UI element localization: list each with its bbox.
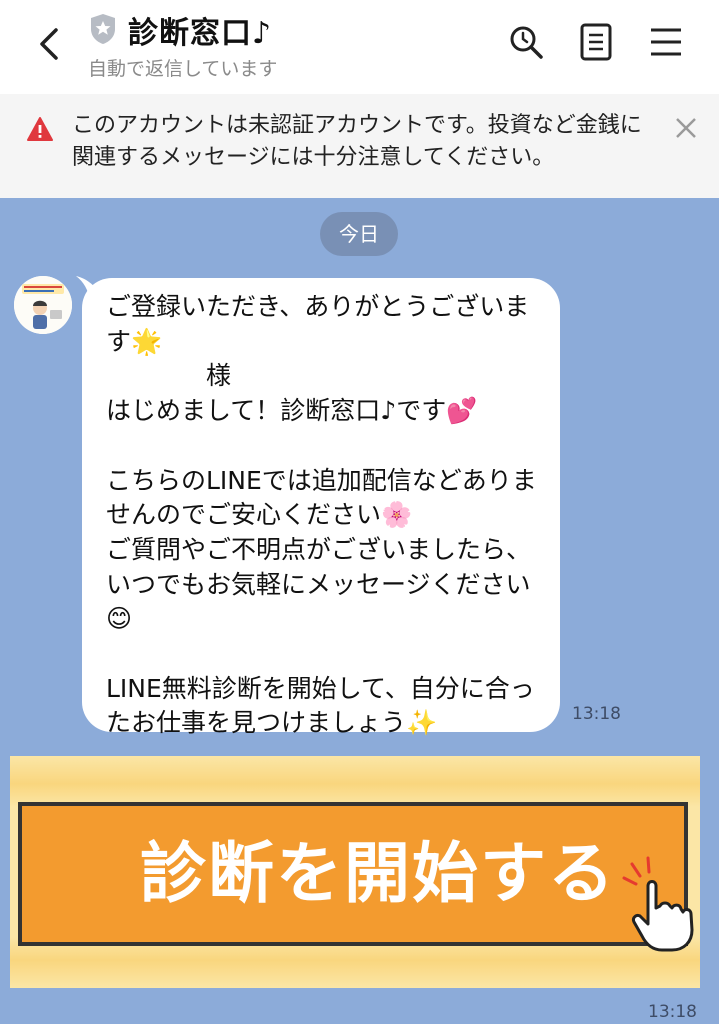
chat-title: 診断窓口♪ — [128, 16, 273, 51]
back-arrow-icon — [40, 28, 58, 60]
close-icon[interactable] — [672, 114, 700, 142]
chat-subtitle: 自動で返信しています — [88, 58, 278, 80]
message-text: ご登録いただき、ありがとうございます🌟 様 はじめまして！診断窓口♪です💕 こち… — [106, 292, 537, 738]
notes-button[interactable] — [574, 20, 618, 64]
menu-icon — [651, 28, 681, 56]
message-timestamp: 13:18 — [572, 704, 621, 724]
start-diagnosis-banner[interactable]: 診断を開始する — [10, 756, 700, 988]
date-separator: 今日 — [320, 212, 398, 256]
start-diagnosis-label: 診断を開始する — [140, 835, 616, 912]
banner-timestamp: 13:18 — [648, 1002, 697, 1022]
notice-text: このアカウントは未認証アカウントです。投資など金銭に関連するメッセージには十分注… — [72, 113, 642, 170]
search-icon — [510, 26, 543, 59]
warning-icon — [27, 117, 53, 141]
avatar[interactable] — [14, 276, 72, 334]
back-button[interactable] — [28, 22, 72, 66]
notes-icon — [580, 23, 612, 61]
search-button[interactable] — [504, 20, 548, 64]
pointing-hand-icon — [622, 856, 694, 952]
menu-button[interactable] — [644, 20, 688, 64]
start-diagnosis-button[interactable]: 診断を開始する — [18, 802, 688, 946]
unverified-account-notice: このアカウントは未認証アカウントです。投資など金銭に関連するメッセージには十分注… — [0, 94, 719, 198]
chat-header: 診断窓口♪ 自動で返信しています — [0, 0, 719, 94]
shield-icon — [91, 14, 115, 44]
avatar-image — [14, 276, 72, 334]
